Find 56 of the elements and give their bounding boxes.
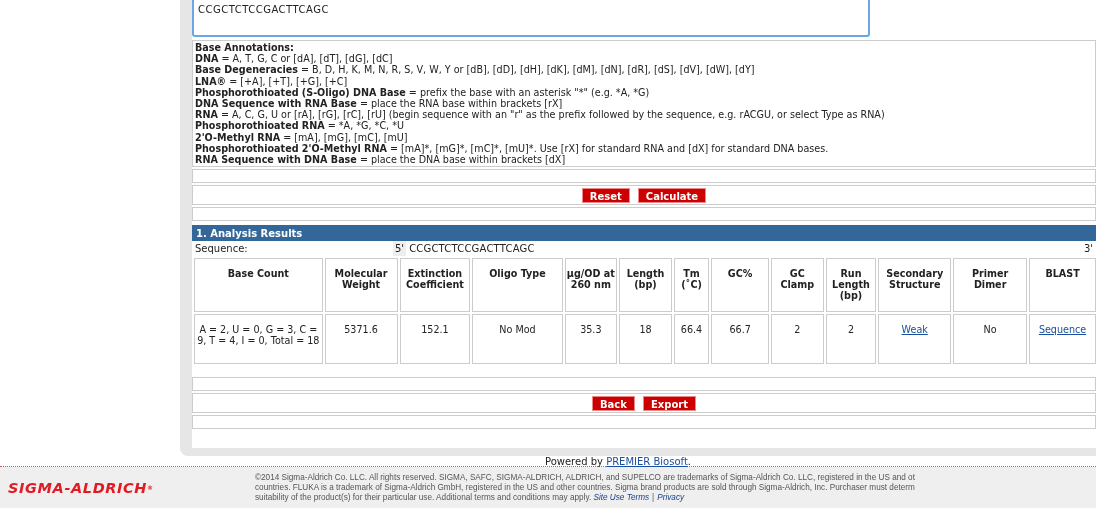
table-cell: 18 (619, 314, 672, 365)
section-title: 1. Analysis Results (196, 226, 303, 241)
annotation-line: DNA Sequence with RNA Base = place the RNA base within brackets [rX] (195, 98, 563, 110)
annotation-line: LNA® = [+A], [+T], [+G], [+C] (195, 75, 349, 87)
prime-label: 5' (393, 241, 407, 257)
annotation-line: Phosphorothioated 2'O-Methyl RNA = [mA]*, [mG]*, [mC]*, [mU]*. Use [rX] for standard RNA and [dX] for standard DNA bases. (195, 142, 830, 155)
annotation-line: RNA = A, C, G, U or [rA], [rG], [rC], [rU] (begin sequence with an "r" as the prefix followed by the sequence, e.g. rACGU, or select Type as RNA) (195, 109, 886, 121)
annotation-line: RNA Sequence with DNA Base = place the DNA base within brackets [dX] (195, 154, 567, 166)
separator-text: | (652, 492, 655, 502)
table-cell: 5371.6 (324, 314, 398, 365)
column-header: GC% (711, 258, 769, 313)
column-header: GC Clamp (771, 258, 824, 313)
annotation-line: DNA = A, T, G, C or [dA], [dT], [dG], [dC] (195, 53, 394, 65)
annotations-heading: Base Annotations: (195, 42, 295, 54)
footer-link[interactable]: Site Use Terms (593, 492, 650, 502)
action-button[interactable]: Reset (581, 187, 630, 203)
column-header: Base Count (194, 258, 323, 313)
column-header: Primer Dimer (953, 258, 1028, 313)
table-cell: 66.7 (711, 314, 769, 365)
sequence-text: CCGCTCTCCGACTTCAGC (409, 242, 535, 257)
action-button[interactable]: Export (642, 395, 696, 411)
column-header: BLAST (1029, 258, 1096, 313)
action-button[interactable]: Back (592, 395, 635, 411)
column-header: µg/OD at 260 nm (564, 258, 618, 313)
column-header: Length (bp) (619, 258, 672, 313)
column-header: Tm (˚C) (673, 258, 710, 313)
table-cell: 35.3 (564, 314, 618, 365)
table-cell: No Mod (472, 314, 563, 365)
annotation-line: Phosphorothioated RNA = *A, *G, *C, *U (195, 120, 405, 132)
table-link[interactable]: Sequence (1038, 324, 1087, 336)
copyright-text: suitability of the product(s) for their particular use. Additional terms and conditions may apply. (255, 492, 592, 502)
annotation-line: 2'O-Methyl RNA = [mA], [mG], [mC], [mU] (195, 131, 409, 143)
column-header: Secondary Structure (878, 258, 952, 313)
annotation-line: Base Degeneracies = B, D, H, K, M, N, R, S, V, W, Y or [dB], [dD], [dH], [dK], [dM], [dN], [dR], [dS], [dV], [dW], [dY] (195, 64, 756, 76)
table-cell: 66.4 (673, 314, 710, 365)
copyright-text: countries. FLUKA is a trademark of Sigma-Aldrich GmbH, registered in the US and other countries. Sigma brand products are sold through Sigma-Aldrich, Inc. Purchaser must determ (255, 482, 915, 492)
copyright-text: ©2014 Sigma-Aldrich Co. LLC. All rights reserved. SIGMA, SAFC, SIGMA-ALDRICH, ALDRICH, and SUPELCO are trademarks of Sigma-Aldrich Co. LLC, registered in the US and ot (255, 472, 915, 482)
column-header: Oligo Type (472, 258, 563, 313)
annotation-line: Phosphorothioated (S-Oligo) DNA Base = prefix the base with an asterisk "*" (e.g. *A, *G) (195, 86, 651, 98)
table-link[interactable]: Weak (901, 324, 928, 336)
biosoft-link[interactable]: PREMIER Biosoft (606, 456, 688, 467)
table-cell: 2 (771, 314, 824, 365)
column-header: Molecular Weight (324, 258, 398, 313)
logo[interactable]: SIGMA-ALDRICH$^{®}$ (8, 479, 154, 496)
powered-by-text: Powered by PREMIER Biosoft. (545, 456, 691, 466)
prime-label: 3' (1083, 242, 1093, 257)
table-cell: 2 (825, 314, 877, 365)
column-header: Extinction Coefficient (399, 258, 471, 313)
action-button[interactable]: Calculate (637, 187, 707, 203)
table-cell: No (953, 314, 1028, 365)
table-cell: 152.1 (399, 314, 471, 365)
sequence-textarea[interactable]: CCGCTCTCCGACTTCAGC (192, 0, 870, 37)
column-header: Run Length (bp) (825, 258, 877, 313)
table-cell: A = 2, U = 0, G = 3, C = 9, T = 4, I = 0, Total = 18 (194, 314, 323, 365)
sequence-label: Sequence: (195, 242, 249, 257)
footer-link[interactable]: Privacy (657, 492, 685, 502)
